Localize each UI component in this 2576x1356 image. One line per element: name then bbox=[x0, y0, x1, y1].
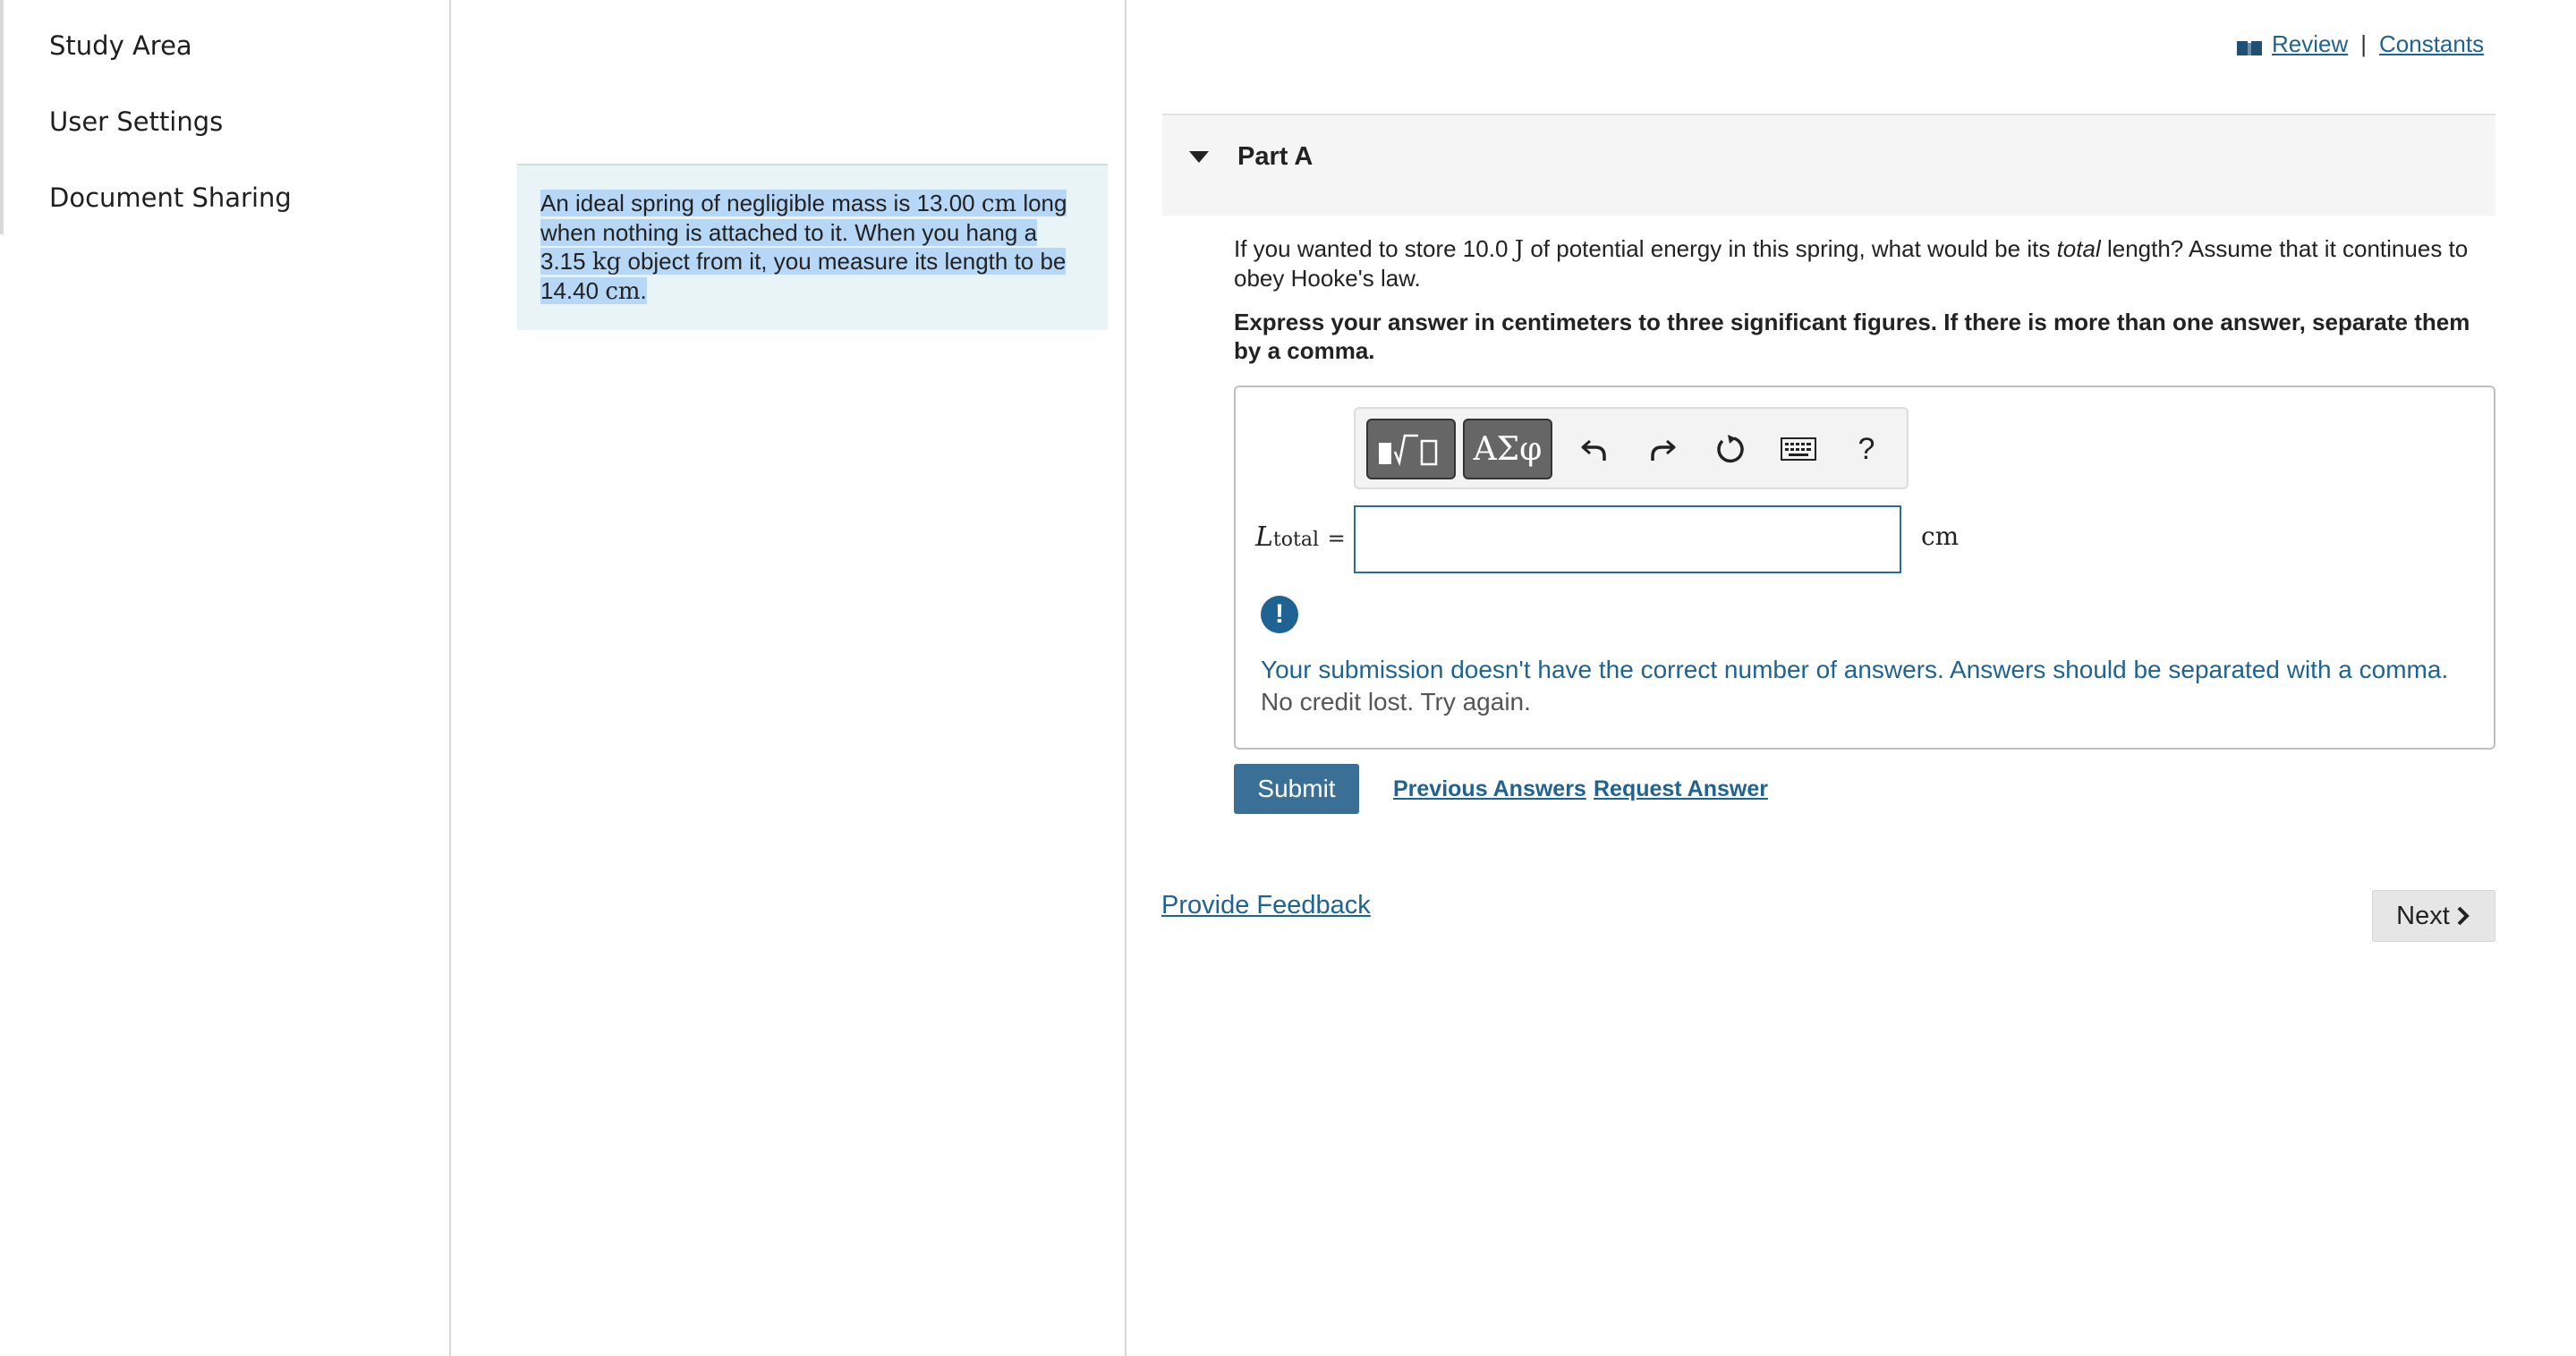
answer-box: ΑΣφ ? Ltotal = cm ! Your submission does… bbox=[1234, 386, 2495, 750]
next-button[interactable]: Next bbox=[2372, 890, 2495, 942]
problem-text: An ideal spring of negligible mass is 13… bbox=[540, 190, 1067, 305]
undo-button[interactable] bbox=[1567, 419, 1622, 479]
undo-icon bbox=[1581, 439, 1606, 461]
review-link[interactable]: Review bbox=[2272, 30, 2348, 58]
constants-link[interactable]: Constants bbox=[2379, 30, 2484, 58]
next-label: Next bbox=[2396, 901, 2450, 930]
greek-symbols-button[interactable]: ΑΣφ bbox=[1463, 419, 1552, 479]
link-separator: | bbox=[2360, 30, 2368, 57]
problem-statement-box: An ideal spring of negligible mass is 13… bbox=[517, 164, 1108, 330]
feedback-message: Your submission doesn't have the correct… bbox=[1261, 656, 2449, 683]
chevron-right-icon bbox=[2457, 906, 2470, 926]
feedback-sub-message: No credit lost. Try again. bbox=[1261, 688, 1531, 716]
unit-cm: cm bbox=[981, 191, 1017, 217]
answer-instructions: Express your answer in centimeters to th… bbox=[1234, 309, 2470, 364]
redo-button[interactable] bbox=[1635, 419, 1690, 479]
part-header[interactable]: Part A bbox=[1162, 114, 2495, 216]
keyboard-button[interactable] bbox=[1771, 419, 1826, 479]
collapse-caret-icon[interactable] bbox=[1189, 151, 1209, 163]
reset-button[interactable] bbox=[1703, 419, 1758, 479]
unit-joule: J bbox=[1514, 236, 1525, 263]
keyboard-icon bbox=[1781, 437, 1816, 461]
question-column: Review | Constants Part A If you wanted … bbox=[1128, 0, 2576, 1356]
math-toolbar: ΑΣφ ? bbox=[1354, 407, 1909, 489]
answer-unit-label: cm bbox=[1921, 521, 1960, 551]
previous-answers-link[interactable]: Previous Answers bbox=[1393, 776, 1586, 802]
unit-cm: cm bbox=[605, 278, 641, 305]
request-answer-link[interactable]: Request Answer bbox=[1594, 776, 1768, 802]
header-links: Review | Constants bbox=[2236, 30, 2484, 58]
answer-variable-label: Ltotal = bbox=[1255, 521, 1346, 553]
help-button[interactable]: ? bbox=[1839, 419, 1894, 479]
book-icon bbox=[2236, 36, 2263, 55]
redo-icon bbox=[1651, 439, 1676, 461]
question-text: If you wanted to store 10.0 J of potenti… bbox=[1234, 235, 2469, 292]
submit-button[interactable]: Submit bbox=[1234, 764, 1359, 814]
nav-item-document-sharing[interactable]: Document Sharing bbox=[49, 182, 292, 213]
nav-strip bbox=[0, 0, 4, 234]
left-navigation: Study Area User Settings Document Sharin… bbox=[0, 0, 451, 1356]
problem-column: An ideal spring of negligible mass is 13… bbox=[453, 0, 1126, 1356]
templates-button[interactable] bbox=[1366, 419, 1456, 479]
provide-feedback-link[interactable]: Provide Feedback bbox=[1161, 891, 1371, 920]
nav-item-user-settings[interactable]: User Settings bbox=[49, 106, 223, 137]
alert-icon: ! bbox=[1261, 596, 1298, 633]
unit-kg: kg bbox=[591, 249, 622, 275]
templates-icon bbox=[1379, 434, 1438, 467]
answer-input[interactable] bbox=[1354, 505, 1901, 573]
nav-item-study-area[interactable]: Study Area bbox=[49, 30, 192, 61]
emphasis-total: total bbox=[2056, 235, 2101, 262]
part-title[interactable]: Part A bbox=[1237, 142, 1313, 172]
reset-icon bbox=[1717, 435, 1744, 463]
